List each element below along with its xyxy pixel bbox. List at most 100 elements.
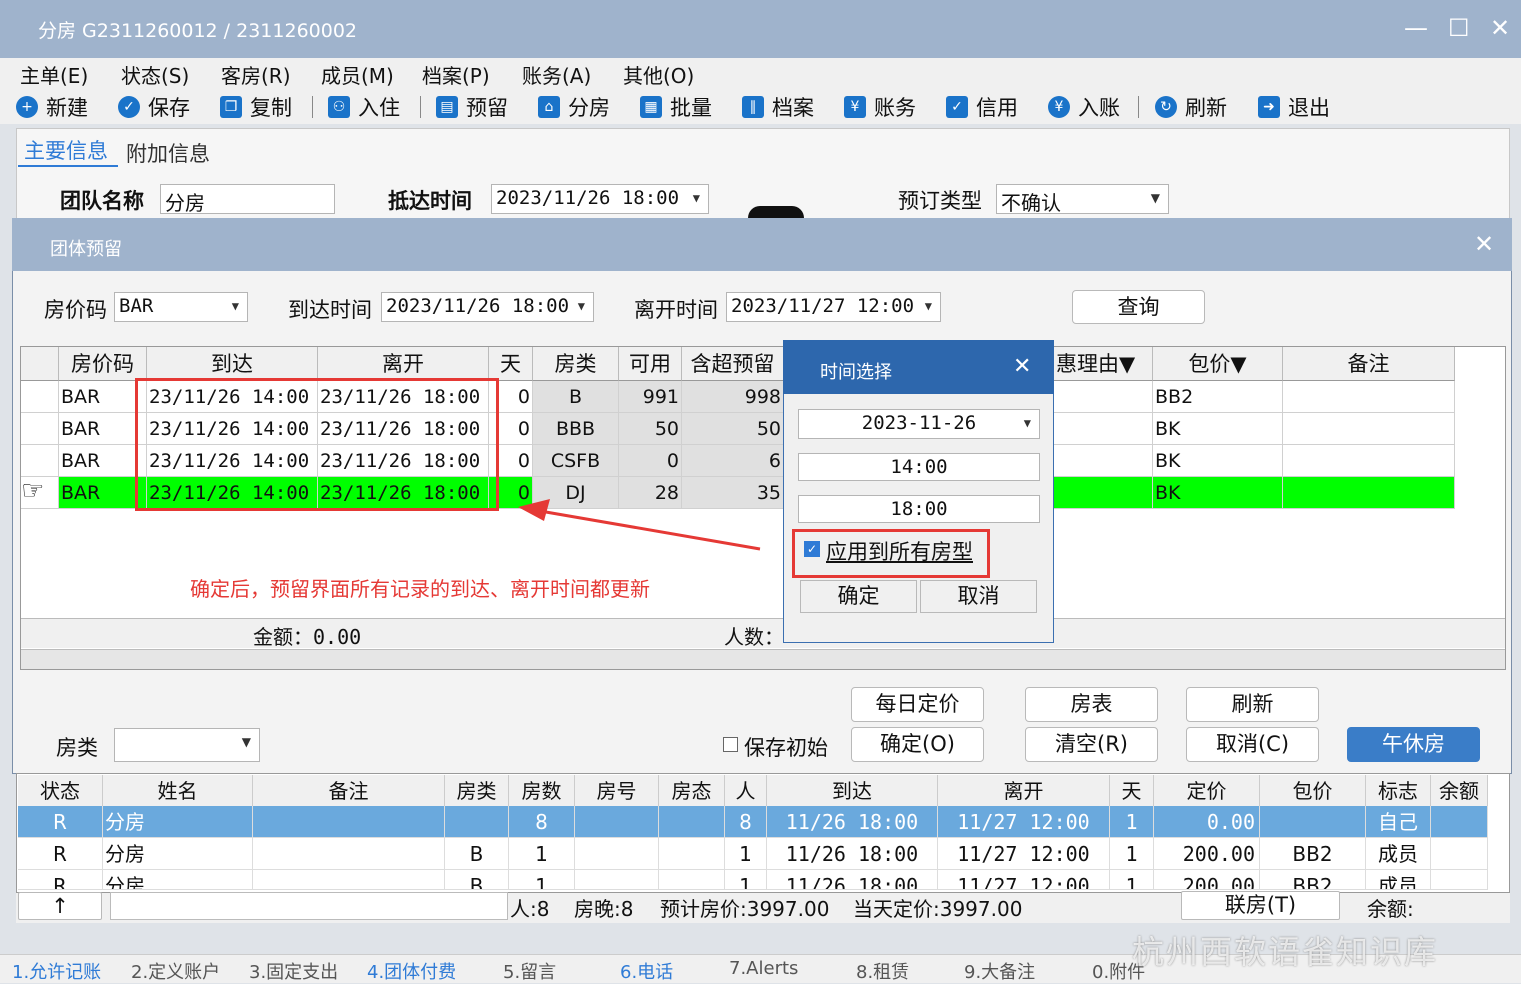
tab-phone[interactable]: 6.电话 xyxy=(620,958,673,984)
join-room-button[interactable]: 联房(T) xyxy=(1181,891,1340,920)
list-cell[interactable] xyxy=(659,870,725,890)
grid-cell-avail[interactable]: 991 xyxy=(619,381,682,413)
checkin-button[interactable]: ⚇ 入住 xyxy=(328,92,400,122)
grid-cell[interactable] xyxy=(1283,413,1455,445)
list-cell[interactable]: 分房 xyxy=(103,870,253,890)
list-cell[interactable]: R xyxy=(18,870,103,890)
grid-cell-rate[interactable]: BAR xyxy=(59,477,147,509)
list-cell[interactable] xyxy=(575,838,659,870)
list-cell[interactable]: 1 xyxy=(1110,806,1154,838)
grid-cell-pkg[interactable]: BK xyxy=(1153,413,1283,445)
picker-ok-button[interactable]: 确定 xyxy=(800,580,917,613)
list-cell[interactable] xyxy=(659,806,725,838)
grid-cell-avail[interactable]: 0 xyxy=(619,445,682,477)
save-button[interactable]: ✓ 保存 xyxy=(118,92,190,122)
menu-account[interactable]: 账务(A) xyxy=(522,60,591,89)
tab-big-remark[interactable]: 9.大备注 xyxy=(964,958,1035,984)
grid-cell-type[interactable]: B xyxy=(533,381,619,413)
dialog-cancel-button[interactable]: 取消(C) xyxy=(1186,727,1319,762)
start-time-input[interactable]: 14:00 xyxy=(798,453,1040,481)
list-cell[interactable]: 1 xyxy=(725,870,767,890)
picker-cancel-button[interactable]: 取消 xyxy=(920,580,1037,613)
list-cell[interactable]: 200.00 xyxy=(1154,870,1260,890)
menu-profile[interactable]: 档案(P) xyxy=(422,60,490,89)
grid-cell-over[interactable]: 998 xyxy=(682,381,784,413)
credit-button[interactable]: ✓ 信用 xyxy=(946,92,1018,122)
refresh-button[interactable]: ↻ 刷新 xyxy=(1155,92,1227,122)
list-cell[interactable] xyxy=(1260,806,1366,838)
post-button[interactable]: ¥ 入账 xyxy=(1048,92,1120,122)
grid-header-reason[interactable]: 惠理由▼ xyxy=(1054,347,1153,381)
grid-cell[interactable] xyxy=(21,381,59,413)
room-list-button[interactable]: 房表 xyxy=(1025,687,1158,722)
list-cell[interactable]: 1 xyxy=(509,838,575,870)
batch-button[interactable]: ▦ 批量 xyxy=(640,92,712,122)
grid-cell[interactable] xyxy=(1054,477,1153,509)
list-cell[interactable]: 成员 xyxy=(1366,838,1431,870)
list-cell[interactable]: R xyxy=(18,838,103,870)
grid-cell[interactable] xyxy=(1283,381,1455,413)
clear-button[interactable]: 清空(R) xyxy=(1025,727,1158,762)
date-select[interactable]: 2023-11-26 xyxy=(798,409,1040,439)
list-cell[interactable]: 11/26 18:00 xyxy=(767,806,938,838)
rate-code-select[interactable]: BAR xyxy=(114,292,248,322)
query-button[interactable]: 查询 xyxy=(1072,290,1205,324)
minimize-icon[interactable]: — xyxy=(1404,14,1428,42)
list-cell[interactable]: 11/27 12:00 xyxy=(938,838,1110,870)
status-input[interactable] xyxy=(110,892,508,920)
tab-define-account[interactable]: 2.定义账户 xyxy=(131,958,220,984)
list-cell[interactable]: B xyxy=(445,838,509,870)
grid-cell-type[interactable]: CSFB xyxy=(533,445,619,477)
assign-room-button[interactable]: ⌂ 分房 xyxy=(538,92,610,122)
list-cell[interactable]: 0.00 xyxy=(1154,806,1260,838)
grid-cell[interactable] xyxy=(1054,413,1153,445)
list-cell[interactable]: 分房 xyxy=(103,838,253,870)
dialog-refresh-button[interactable]: 刷新 xyxy=(1186,687,1319,722)
tab-fixed-expense[interactable]: 3.固定支出 xyxy=(249,958,338,984)
tab-main-info[interactable]: 主要信息 xyxy=(24,135,108,165)
menu-member[interactable]: 成员(M) xyxy=(321,60,394,89)
tab-rental[interactable]: 8.租赁 xyxy=(856,958,909,984)
arrive-time-select[interactable]: 2023/11/26 18:00 xyxy=(381,292,594,322)
grid-cell-pkg[interactable]: BK xyxy=(1153,477,1283,509)
list-cell[interactable]: 分房 xyxy=(103,806,253,838)
list-cell[interactable]: 成员 xyxy=(1366,870,1431,890)
dialog-close-icon[interactable]: ✕ xyxy=(1474,230,1494,258)
keep-initial-checkbox[interactable] xyxy=(723,737,738,752)
list-cell[interactable]: 11/26 18:00 xyxy=(767,838,938,870)
grid-cell[interactable] xyxy=(21,413,59,445)
menu-main[interactable]: 主单(E) xyxy=(20,60,88,89)
up-arrow-button[interactable]: ↑ xyxy=(18,892,102,920)
apply-all-checkbox[interactable]: ✓ xyxy=(804,541,820,557)
profile-button[interactable]: ∥ 档案 xyxy=(742,92,814,122)
list-cell[interactable] xyxy=(575,870,659,890)
grid-cell[interactable] xyxy=(1054,381,1153,413)
list-cell[interactable] xyxy=(1431,806,1488,838)
grid-cell-rate[interactable]: BAR xyxy=(59,413,147,445)
daily-price-button[interactable]: 每日定价 xyxy=(851,687,984,722)
dialog-ok-button[interactable]: 确定(O) xyxy=(851,727,984,762)
list-cell[interactable]: 8 xyxy=(509,806,575,838)
grid-header-package[interactable]: 包价▼ xyxy=(1153,347,1283,381)
noon-room-button[interactable]: 午休房 xyxy=(1347,727,1480,762)
tab-message[interactable]: 5.留言 xyxy=(503,958,556,984)
grid-cell-avail[interactable]: 50 xyxy=(619,413,682,445)
close-icon[interactable]: ✕ xyxy=(1490,14,1510,42)
list-cell[interactable]: 11/27 12:00 xyxy=(938,806,1110,838)
list-cell[interactable]: 11/27 12:00 xyxy=(938,870,1110,890)
list-cell[interactable] xyxy=(1431,870,1488,890)
maximize-icon[interactable]: ☐ xyxy=(1448,14,1470,42)
depart-time-select[interactable]: 2023/11/27 12:00 xyxy=(726,292,941,322)
list-cell[interactable]: 1 xyxy=(1110,838,1154,870)
room-type-select[interactable] xyxy=(114,728,260,762)
grid-cell[interactable] xyxy=(21,445,59,477)
menu-status[interactable]: 状态(S) xyxy=(121,60,189,89)
team-name-input[interactable]: 分房 xyxy=(160,184,335,215)
copy-button[interactable]: ❐ 复制 xyxy=(220,92,292,122)
grid-hscroll[interactable] xyxy=(21,649,1505,669)
grid-cell-rate[interactable]: BAR xyxy=(59,381,147,413)
list-cell[interactable]: B xyxy=(445,870,509,890)
grid-cell-type[interactable]: BBB xyxy=(533,413,619,445)
menu-room[interactable]: 客房(R) xyxy=(221,60,291,89)
account-button[interactable]: ¥ 账务 xyxy=(844,92,916,122)
